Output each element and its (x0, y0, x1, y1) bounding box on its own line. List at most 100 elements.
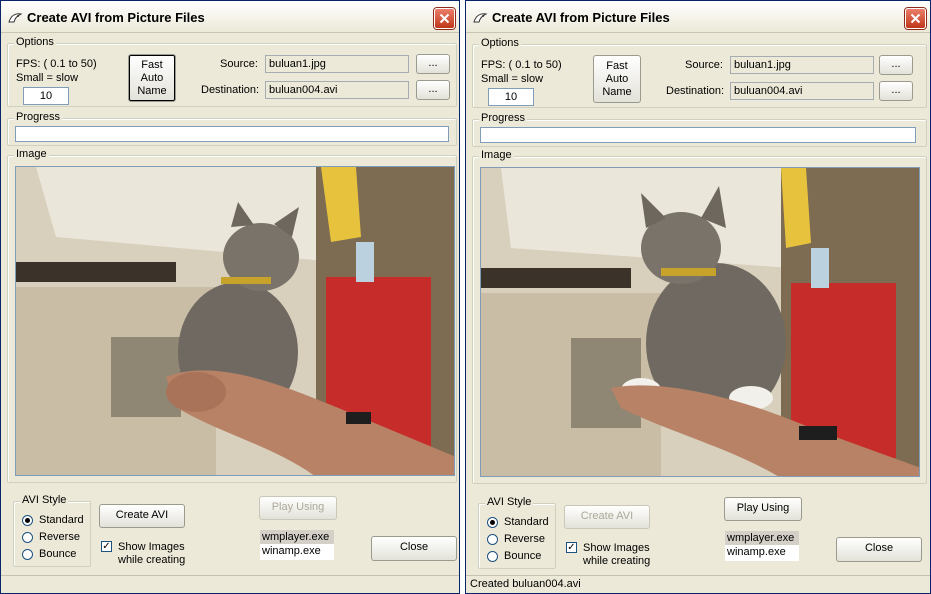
create-avi-button[interactable]: Create AVI (99, 504, 185, 528)
radio-button[interactable] (22, 548, 33, 560)
radio-label: Bounce (39, 548, 77, 560)
image-group: Image (472, 149, 927, 484)
show-images-label-line-1: Show Images (118, 541, 185, 553)
options-legend: Options (14, 36, 56, 48)
avi-style-group: AVI Style Standard Reverse Bounce (13, 494, 91, 567)
fast-auto-name-line-1: Fast (606, 59, 628, 72)
show-images-checkbox[interactable]: ✓ (566, 542, 577, 553)
create-avi-window-left: Create AVI from Picture Files Options FP… (0, 0, 460, 594)
small-slow-label: Small = slow (16, 72, 79, 84)
close-window-button[interactable] (434, 8, 455, 29)
show-images-checkbox-row[interactable]: ✓ Show Images while creating (566, 542, 650, 568)
status-bar (1, 575, 459, 593)
close-window-button[interactable] (905, 8, 926, 29)
title-bar[interactable]: Create AVI from Picture Files (1, 1, 459, 33)
fast-auto-name-line-1: Fast (141, 58, 163, 71)
destination-browse-button[interactable]: ... (879, 81, 913, 101)
destination-label: Destination: (201, 84, 260, 96)
source-label: Source: (220, 58, 258, 70)
show-images-checkbox[interactable]: ✓ (101, 541, 112, 552)
source-browse-button[interactable]: ... (416, 54, 450, 74)
radio-label: Bounce (504, 550, 542, 562)
status-bar: Created buluan004.avi (466, 575, 930, 593)
progress-group: Progress (7, 111, 457, 146)
small-slow-label: Small = slow (481, 73, 544, 85)
radio-bounce[interactable]: Bounce (487, 550, 541, 562)
fast-auto-name-line-2: Auto (605, 72, 629, 85)
source-field[interactable]: buluan1.jpg (265, 55, 409, 73)
radio-reverse[interactable]: Reverse (22, 531, 80, 543)
close-icon (910, 13, 921, 24)
fast-auto-name-button[interactable]: Fast Auto Name (128, 54, 176, 102)
radio-button[interactable] (487, 533, 498, 545)
player-option-winamp[interactable]: winamp.exe (260, 544, 334, 558)
avi-style-legend: AVI Style (20, 494, 69, 506)
progress-group: Progress (472, 112, 927, 147)
source-field[interactable]: buluan1.jpg (730, 56, 874, 74)
radio-button[interactable] (487, 550, 498, 562)
destination-field[interactable]: buluan004.avi (265, 81, 409, 99)
avi-style-group: AVI Style Standard Reverse Bounce (478, 496, 556, 569)
show-images-label-line-2: while creating (583, 555, 651, 567)
avi-style-legend: AVI Style (485, 496, 534, 508)
fps-label: FPS: ( 0.1 to 50) (481, 59, 562, 71)
window-title: Create AVI from Picture Files (492, 10, 670, 25)
create-avi-window-right: Create AVI from Picture Files Options FP… (465, 0, 931, 594)
show-images-checkbox-row[interactable]: ✓ Show Images while creating (101, 541, 185, 567)
radio-reverse[interactable]: Reverse (487, 533, 545, 545)
fps-input[interactable]: 10 (488, 88, 534, 106)
radio-label: Reverse (39, 531, 80, 543)
app-icon (473, 13, 488, 23)
close-button[interactable]: Close (371, 536, 457, 561)
play-using-button[interactable]: Play Using (724, 497, 802, 521)
fast-auto-name-line-3: Name (602, 85, 632, 98)
progress-legend: Progress (14, 111, 63, 123)
options-group: Options FPS: ( 0.1 to 50) Small = slow 1… (472, 37, 927, 108)
radio-button[interactable] (22, 531, 33, 543)
close-icon (439, 13, 450, 24)
fast-auto-name-button[interactable]: Fast Auto Name (593, 55, 641, 103)
radio-label: Standard (504, 516, 549, 528)
radio-button[interactable] (487, 516, 498, 528)
show-images-label-line-2: while creating (118, 554, 186, 566)
progress-bar (15, 126, 449, 142)
destination-browse-button[interactable]: ... (416, 80, 450, 100)
show-images-label: Show Images while creating (583, 542, 650, 568)
progress-bar (480, 127, 916, 143)
options-legend: Options (479, 37, 521, 49)
player-listbox[interactable]: wmplayer.exe winamp.exe (725, 531, 799, 561)
fast-auto-name-line-3: Name (137, 84, 167, 97)
app-icon (8, 13, 23, 23)
close-button[interactable]: Close (836, 537, 922, 562)
progress-legend: Progress (479, 112, 528, 124)
image-group: Image (7, 148, 457, 483)
fps-label: FPS: ( 0.1 to 50) (16, 58, 97, 70)
show-images-label-line-1: Show Images (583, 542, 650, 554)
player-listbox[interactable]: wmplayer.exe winamp.exe (260, 530, 334, 560)
source-browse-button[interactable]: ... (879, 55, 913, 75)
destination-field[interactable]: buluan004.avi (730, 82, 874, 100)
fps-input[interactable]: 10 (23, 87, 69, 105)
fast-auto-name-line-2: Auto (140, 71, 164, 84)
show-images-label: Show Images while creating (118, 541, 185, 567)
image-legend: Image (14, 148, 49, 160)
player-option-winamp[interactable]: winamp.exe (725, 545, 799, 559)
radio-bounce[interactable]: Bounce (22, 548, 76, 560)
image-legend: Image (479, 149, 514, 161)
radio-button[interactable] (22, 514, 33, 526)
radio-standard[interactable]: Standard (22, 514, 84, 526)
player-option-wmplayer[interactable]: wmplayer.exe (725, 531, 799, 545)
destination-label: Destination: (666, 85, 725, 97)
player-option-wmplayer[interactable]: wmplayer.exe (260, 530, 334, 544)
radio-label: Reverse (504, 533, 545, 545)
window-title: Create AVI from Picture Files (27, 10, 205, 25)
kitten-photo (16, 167, 454, 475)
radio-standard[interactable]: Standard (487, 516, 549, 528)
kitten-photo (481, 168, 919, 476)
create-avi-button[interactable]: Create AVI (564, 505, 650, 529)
source-label: Source: (685, 59, 723, 71)
preview-image (480, 167, 920, 477)
title-bar[interactable]: Create AVI from Picture Files (466, 1, 930, 33)
play-using-button[interactable]: Play Using (259, 496, 337, 520)
radio-label: Standard (39, 514, 84, 526)
